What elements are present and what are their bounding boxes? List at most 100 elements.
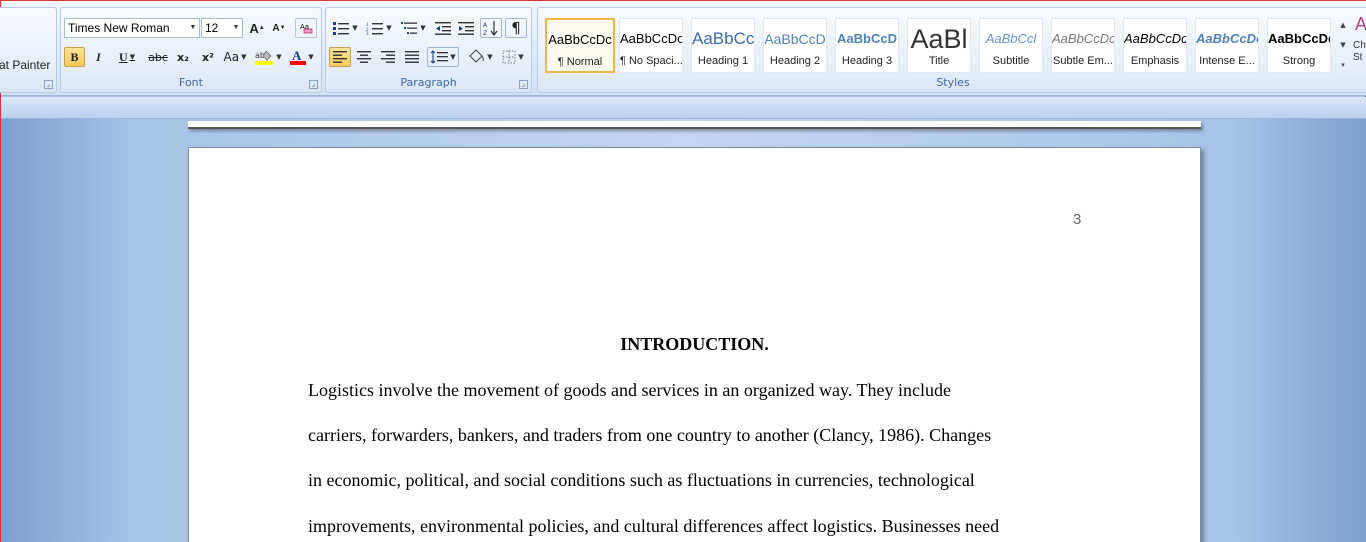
align-right-button[interactable] [377, 47, 399, 67]
style-name: Title [928, 55, 950, 67]
styles-more-button[interactable]: ▾ [1337, 56, 1349, 74]
format-painter-label: at Painter [0, 58, 51, 72]
styles-scroll-up-button[interactable]: ▲ [1337, 16, 1349, 34]
style-heading-3[interactable]: AaBbCcD Heading 3 [835, 18, 899, 73]
numbering-button[interactable]: 1 2 3 ▼ [363, 18, 395, 38]
highlight-button[interactable]: ab ▼ [252, 47, 284, 67]
styles-group-label: Styles [936, 76, 970, 89]
line-spacing-icon [430, 50, 449, 64]
change-styles-label: Ch St [1353, 40, 1366, 63]
increase-indent-button[interactable] [455, 18, 477, 38]
style-heading-2[interactable]: AaBbCcD Heading 2 [763, 18, 827, 73]
style-sample: AaBbCcDc [1124, 31, 1186, 46]
superscript-button[interactable]: x² [196, 47, 220, 67]
styles-group: AaBbCcDc ¶ Normal AaBbCcDc ¶ No Spaci...… [537, 7, 1366, 93]
style-name: Heading 1 [697, 55, 749, 67]
style-name: Strong [1282, 55, 1316, 67]
body-text-line: carriers, forwarders, bankers, and trade… [308, 425, 992, 445]
styles-scroll-down-button[interactable]: ▼ [1337, 36, 1349, 54]
body-text-line: Logistics involve the movement of goods … [308, 380, 952, 400]
previous-page-bottom [188, 121, 1201, 129]
style-subtitle[interactable]: AaBbCcl Subtitle [979, 18, 1043, 73]
style-name: Heading 3 [841, 55, 893, 67]
shading-button[interactable]: ▼ [464, 47, 496, 67]
numbering-icon: 1 2 3 [366, 23, 384, 35]
style-name: Emphasis [1130, 55, 1180, 67]
strikethrough-icon: abc [148, 50, 168, 64]
clipboard-group: at Painter ⌟ [0, 7, 57, 93]
highlighter-icon: ab [255, 50, 274, 65]
style-sample: AaBbCcDc [548, 32, 612, 47]
style-strong[interactable]: AaBbCcDc Strong [1267, 18, 1331, 73]
style-emphasis[interactable]: AaBbCcDc Emphasis [1123, 18, 1187, 73]
justify-button[interactable] [401, 47, 423, 67]
document-page[interactable]: 3 INTRODUCTION. Logistics involve the mo… [188, 147, 1201, 542]
clear-formatting-button[interactable]: Aa [295, 18, 317, 38]
align-center-button[interactable] [353, 47, 375, 67]
multilevel-list-button[interactable]: ▼ [397, 18, 429, 38]
align-left-button[interactable] [329, 47, 351, 67]
borders-button[interactable]: ▼ [498, 47, 528, 67]
bullets-icon [333, 22, 350, 35]
superscript-icon: x² [202, 50, 214, 64]
paragraph-group-label: Paragraph [400, 76, 457, 89]
shrink-font-button[interactable]: A ▼ [269, 18, 289, 38]
style-name: Subtle Em... [1053, 55, 1113, 67]
style-sample: AaBbCcDc [1196, 31, 1258, 46]
show-formatting-button[interactable]: ¶ [505, 18, 527, 38]
svg-text:Z: Z [483, 30, 487, 36]
body-text-line: improvements, environmental policies, an… [308, 516, 1000, 536]
grow-font-icon: A [249, 20, 259, 36]
style-intense-emphasis[interactable]: AaBbCcDc Intense E... [1195, 18, 1259, 73]
increase-indent-icon [458, 22, 474, 35]
sort-icon: A Z [483, 21, 498, 36]
style-heading-1[interactable]: AaBbCc Heading 1 [691, 18, 755, 73]
style-sample: AaBbCcDc [1052, 31, 1114, 46]
change-styles-button[interactable]: A Ch St [1353, 12, 1366, 82]
style-sample: AaBbCcD [764, 31, 826, 47]
borders-icon [502, 50, 516, 64]
style-title[interactable]: AaBl Title [907, 18, 971, 73]
font-dialog-launcher[interactable]: ⌟ [309, 80, 318, 89]
change-case-icon: Aa [223, 50, 240, 64]
line-spacing-button[interactable]: ▼ [427, 47, 459, 67]
font-color-button[interactable]: A ▼ [287, 47, 317, 67]
font-color-icon: A [290, 48, 307, 65]
style-no-spacing[interactable]: AaBbCcDc ¶ No Spaci... [619, 18, 683, 73]
decrease-indent-button[interactable] [432, 18, 454, 38]
style-sample: AaBbCc [692, 29, 754, 48]
strikethrough-button[interactable]: abc [146, 47, 170, 67]
body-text-line: in economic, political, and social condi… [308, 470, 975, 490]
bullets-button[interactable]: ▼ [329, 18, 361, 38]
justify-icon [405, 51, 419, 63]
paint-bucket-icon [469, 49, 485, 63]
sort-button[interactable]: A Z [480, 18, 502, 38]
svg-text:3: 3 [366, 32, 369, 35]
chevron-down-icon[interactable]: ▼ [230, 19, 242, 37]
style-name: Intense E... [1199, 55, 1255, 67]
subscript-button[interactable]: x₂ [171, 47, 195, 67]
underline-icon: U [118, 49, 128, 64]
clipboard-dialog-launcher[interactable]: ⌟ [44, 80, 53, 89]
grow-font-button[interactable]: A ▲ [247, 18, 267, 38]
format-painter-button[interactable]: at Painter [0, 55, 54, 75]
underline-button[interactable]: U ▼ [112, 47, 142, 67]
section-heading: INTRODUCTION. [620, 334, 769, 354]
italic-icon: I [96, 49, 101, 64]
subscript-icon: x₂ [177, 50, 189, 64]
paragraph-group: ▼ 1 2 3 ▼ ▼ A Z ¶ ▼ ▼ ▼ Paragraph ⌟ [325, 7, 532, 93]
style-normal[interactable]: AaBbCcDc ¶ Normal [545, 18, 615, 73]
italic-button[interactable]: I [88, 47, 109, 67]
font-size-combo[interactable]: 12 ▼ [201, 18, 243, 38]
font-name-combo[interactable]: Times New Roman ▼ [64, 18, 200, 38]
multilevel-list-icon [401, 22, 418, 34]
chevron-down-icon[interactable]: ▼ [187, 19, 199, 37]
paragraph-dialog-launcher[interactable]: ⌟ [519, 80, 528, 89]
bold-icon: B [70, 49, 79, 64]
style-name: Heading 2 [769, 55, 821, 67]
ruler-strip [1, 97, 1366, 119]
style-subtle-emphasis[interactable]: AaBbCcDc Subtle Em... [1051, 18, 1115, 73]
change-case-button[interactable]: Aa ▼ [221, 47, 249, 67]
align-right-icon [381, 51, 395, 63]
bold-button[interactable]: B [64, 47, 85, 67]
